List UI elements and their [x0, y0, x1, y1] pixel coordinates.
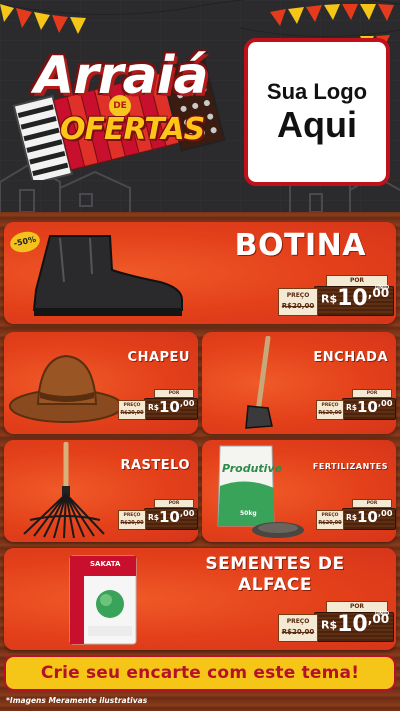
price-cents: ,00: [179, 398, 195, 408]
price-integer: 10: [357, 398, 378, 416]
seed-packet-brand: SAKATA: [90, 560, 121, 568]
currency-symbol: R$: [148, 403, 159, 412]
price-tag: POR PREÇO R$20,00 R$10,00: [116, 388, 198, 424]
hat-icon: [9, 354, 123, 423]
new-price: R$10,00: [148, 508, 195, 526]
product-name: SEMENTES DE ALFACE: [205, 554, 345, 595]
currency-symbol: R$: [321, 618, 338, 632]
old-price: R$20,00: [120, 410, 144, 416]
hoe-icon: [245, 336, 273, 429]
price-tag: POR PREÇO R$20,00 R$10,00: [116, 498, 198, 534]
price-integer: 10: [357, 508, 378, 526]
fertilizer-weight: 50kg: [240, 510, 257, 517]
price-preco-label: PREÇO: [286, 618, 310, 625]
rake-icon: [23, 442, 105, 538]
price-por-label: POR: [352, 389, 392, 398]
logo-subtitle: OFERTAS: [60, 112, 205, 147]
product-name: CHAPEU: [127, 350, 190, 365]
price-preco-label: PREÇO: [321, 513, 339, 518]
price-tag: POR PREÇO R$20,00 R$10,00: [314, 498, 396, 534]
disclaimer-text: *Imagens Meramente ilustrativas: [6, 696, 148, 705]
price-cents: ,00: [179, 508, 195, 518]
price-preco-label: PREÇO: [123, 513, 141, 518]
product-card-botina: BOTINA POR PREÇO R$20,00 R$10,00 UNID: [4, 222, 396, 324]
old-price-box: PREÇO R$20,00: [316, 510, 344, 530]
price-unit: UNID: [374, 611, 390, 617]
price-por-label: POR: [154, 389, 194, 398]
product-card-enchada: ENCHADA POR PREÇO R$20,00 R$10,00: [202, 332, 396, 434]
old-price: R$20,00: [318, 520, 342, 526]
currency-symbol: R$: [346, 403, 357, 412]
price-preco-label: PREÇO: [286, 292, 310, 299]
old-price-box: PREÇO R$20,00: [278, 614, 318, 642]
new-price: R$10,00: [148, 398, 195, 416]
old-price-box: PREÇO R$20,00: [278, 288, 318, 316]
product-card-fertilizantes: Produtive 50kg FERTILIZANTES POR PREÇO R…: [202, 440, 396, 542]
currency-symbol: R$: [321, 292, 338, 306]
fertilizer-bag-icon: [217, 445, 304, 538]
new-price: R$10,00 UNID: [321, 611, 390, 637]
product-name: RASTELO: [120, 458, 190, 473]
price-por-label: POR: [352, 499, 392, 508]
old-price-box: PREÇO R$20,00: [118, 400, 146, 420]
header: Arraiá DE OFERTAS Sua Logo Aqui: [0, 0, 400, 212]
price-tag: POR PREÇO R$20,00 R$10,00: [314, 388, 396, 424]
old-price: R$20,00: [120, 520, 144, 526]
currency-symbol: R$: [346, 513, 357, 522]
product-card-chapeu: CHAPEU POR PREÇO R$20,00 R$10,00: [4, 332, 198, 434]
brand-logo-line2: Aqui: [277, 104, 357, 146]
fertilizer-brand: Produtive: [222, 462, 283, 475]
new-price: R$10,00: [346, 508, 393, 526]
brand-logo-placeholder: Sua Logo Aqui: [244, 38, 390, 186]
product-name: ENCHADA: [313, 350, 388, 365]
price-cents: ,00: [377, 398, 393, 408]
old-price: R$20,00: [281, 628, 315, 636]
product-card-rastelo: RASTELO POR PREÇO R$20,00 R$10,00: [4, 440, 198, 542]
price-integer: 10: [159, 508, 180, 526]
price-por-label: POR: [154, 499, 194, 508]
old-price-box: PREÇO R$20,00: [316, 400, 344, 420]
price-tag: POR PREÇO R$20,00 R$10,00 UNID: [274, 272, 394, 320]
old-price: R$20,00: [281, 302, 315, 310]
old-price: R$20,00: [318, 410, 342, 416]
price-integer: 10: [337, 612, 368, 637]
price-unit: UNID: [374, 285, 390, 291]
price-cents: ,00: [377, 508, 393, 518]
price-preco-label: PREÇO: [321, 403, 339, 408]
cta-banner[interactable]: Crie seu encarte com este tema!: [4, 655, 396, 691]
currency-symbol: R$: [148, 513, 159, 522]
new-price: R$10,00 UNID: [321, 285, 390, 311]
price-tag: POR PREÇO R$20,00 R$10,00 UNID: [274, 598, 394, 646]
price-integer: 10: [337, 286, 368, 311]
product-card-sementes: SAKATA SEMENTES DE ALFACE POR PREÇO R$20…: [4, 548, 396, 650]
brand-logo-line1: Sua Logo: [266, 79, 368, 105]
boot-icon: [32, 235, 183, 316]
price-preco-label: PREÇO: [123, 403, 141, 408]
product-name: FERTILIZANTES: [312, 462, 388, 471]
price-integer: 10: [159, 398, 180, 416]
new-price: R$10,00: [346, 398, 393, 416]
product-name: BOTINA: [234, 228, 366, 263]
old-price-box: PREÇO R$20,00: [118, 510, 146, 530]
